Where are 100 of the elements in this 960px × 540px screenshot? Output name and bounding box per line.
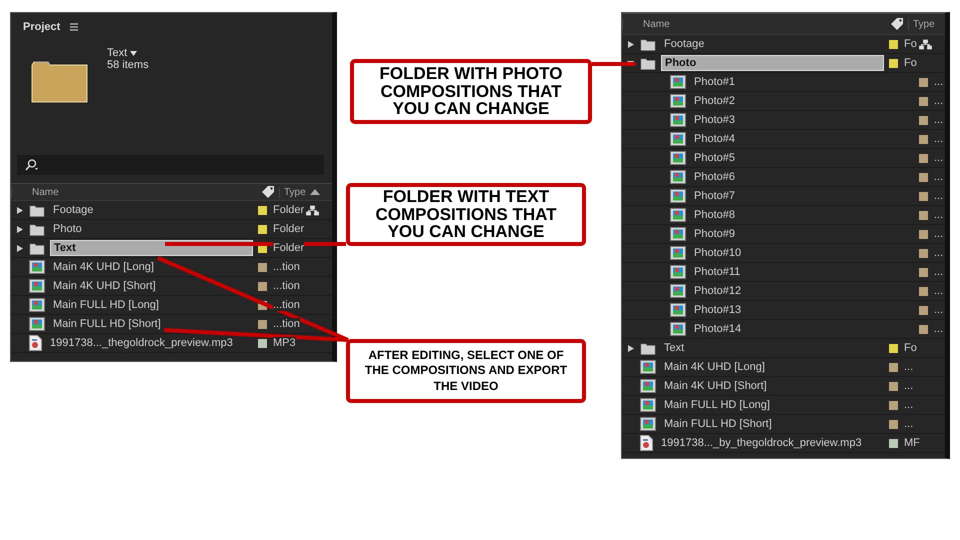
composition-icon bbox=[670, 94, 686, 108]
label-color-swatch[interactable] bbox=[918, 230, 928, 238]
item-name[interactable]: Photo#4 bbox=[691, 132, 738, 146]
item-name[interactable]: Main FULL HD [Long] bbox=[50, 298, 162, 312]
expand-triangle-icon[interactable] bbox=[626, 40, 635, 48]
type-text: ...tion bbox=[273, 261, 300, 273]
item-name[interactable]: Main 4K UHD [Long] bbox=[661, 360, 768, 374]
label-color-swatch[interactable] bbox=[888, 40, 898, 48]
audio-file-icon bbox=[29, 335, 42, 351]
item-name[interactable]: Photo#11 bbox=[691, 265, 744, 279]
composition-icon bbox=[670, 170, 686, 184]
type-text: Fo bbox=[904, 38, 917, 50]
item-name[interactable]: Footage bbox=[50, 203, 96, 217]
label-color-swatch[interactable] bbox=[918, 134, 928, 144]
item-name[interactable]: Footage bbox=[661, 37, 708, 51]
item-name[interactable]: Photo#6 bbox=[691, 170, 738, 184]
label-color-swatch[interactable] bbox=[258, 262, 266, 272]
hierarchy-icon[interactable] bbox=[918, 38, 932, 50]
label-color-swatch[interactable] bbox=[258, 282, 266, 290]
callout-box: FOLDER WITH TEXT COMPOSITIONS THAT YOU CAN CHANGE bbox=[346, 183, 586, 246]
item-name[interactable]: Main FULL HD [Short] bbox=[50, 317, 164, 331]
item-name[interactable]: 1991738..._by_thegoldrock_preview.mp3 bbox=[658, 436, 865, 450]
label-color-swatch[interactable] bbox=[258, 224, 266, 234]
item-name[interactable]: Photo#2 bbox=[691, 94, 738, 108]
tag-icon[interactable] bbox=[261, 185, 275, 199]
item-name[interactable]: Photo#9 bbox=[691, 227, 738, 241]
item-name[interactable]: Photo#13 bbox=[691, 303, 744, 317]
folder-icon bbox=[640, 56, 656, 70]
hierarchy-icon[interactable] bbox=[306, 204, 320, 216]
label-color-swatch[interactable] bbox=[918, 268, 928, 276]
type-text: ...tion bbox=[273, 318, 300, 330]
label-color-swatch[interactable] bbox=[918, 96, 928, 106]
search-field[interactable] bbox=[17, 155, 324, 175]
label-color-swatch[interactable] bbox=[918, 154, 928, 162]
expand-triangle-icon[interactable] bbox=[15, 224, 24, 234]
item-name[interactable]: Main FULL HD [Long] bbox=[661, 398, 773, 412]
item-name[interactable]: Main 4K UHD [Short] bbox=[661, 379, 770, 393]
item-name[interactable]: Photo bbox=[661, 55, 884, 71]
label-color-swatch[interactable] bbox=[888, 400, 898, 410]
type-text: Folder bbox=[273, 242, 304, 254]
type-text: Fo bbox=[904, 342, 917, 354]
panel-title[interactable]: Project bbox=[23, 21, 60, 33]
folder-name[interactable]: Text bbox=[107, 47, 128, 59]
label-color-swatch[interactable] bbox=[918, 172, 928, 182]
label-color-swatch[interactable] bbox=[918, 306, 928, 314]
composition-icon bbox=[670, 75, 686, 89]
column-header[interactable]: Name bbox=[622, 18, 886, 30]
tag-icon[interactable] bbox=[890, 17, 904, 31]
label-color-swatch[interactable] bbox=[258, 320, 266, 328]
label-color-swatch[interactable] bbox=[918, 210, 928, 220]
label-color-swatch[interactable] bbox=[888, 344, 898, 352]
label-color-swatch[interactable] bbox=[888, 420, 898, 428]
item-name[interactable]: Photo#1 bbox=[691, 75, 738, 89]
label-color-swatch[interactable] bbox=[918, 248, 928, 258]
label-color-swatch[interactable] bbox=[888, 362, 898, 372]
composition-icon bbox=[29, 279, 45, 293]
composition-icon bbox=[670, 132, 686, 146]
item-name[interactable]: Main 4K UHD [Long] bbox=[50, 260, 157, 274]
expand-triangle-icon[interactable] bbox=[626, 344, 635, 352]
item-name[interactable]: Text bbox=[661, 341, 688, 355]
item-name[interactable]: Photo#3 bbox=[691, 113, 738, 127]
expand-triangle-icon[interactable] bbox=[15, 244, 24, 252]
menu-icon[interactable] bbox=[70, 23, 78, 31]
label-color-swatch[interactable] bbox=[918, 286, 928, 296]
composition-icon bbox=[29, 298, 45, 312]
folder-icon bbox=[29, 242, 45, 254]
label-color-swatch[interactable] bbox=[918, 78, 928, 86]
callout-box: AFTER EDITING, SELECT ONE OF THE COMPOSITIONS AND EXPORT THE VIDEO bbox=[346, 339, 586, 403]
item-name[interactable]: Photo#10 bbox=[691, 246, 744, 260]
item-name[interactable]: Main FULL HD [Short] bbox=[661, 417, 775, 431]
label-color-swatch[interactable] bbox=[258, 206, 266, 214]
label-color-swatch[interactable] bbox=[918, 324, 928, 334]
column-header[interactable]: Type bbox=[908, 18, 939, 30]
label-color-swatch[interactable] bbox=[918, 116, 928, 124]
composition-icon bbox=[29, 317, 45, 331]
item-name[interactable]: Photo#7 bbox=[691, 189, 738, 203]
item-name[interactable]: Photo#14 bbox=[691, 322, 744, 336]
folder-icon bbox=[29, 222, 45, 236]
composition-icon bbox=[670, 227, 686, 241]
label-color-swatch[interactable] bbox=[888, 438, 898, 448]
dropdown-caret-icon[interactable] bbox=[130, 50, 138, 56]
item-name[interactable]: Photo#12 bbox=[691, 284, 744, 298]
item-name[interactable]: Main 4K UHD [Short] bbox=[50, 279, 159, 293]
expand-triangle-icon[interactable] bbox=[15, 206, 24, 214]
column-header[interactable]: Type bbox=[279, 186, 310, 198]
label-color-swatch[interactable] bbox=[888, 382, 898, 390]
label-color-swatch[interactable] bbox=[888, 58, 898, 68]
item-name[interactable]: Photo#5 bbox=[691, 151, 738, 165]
composition-icon bbox=[670, 113, 686, 127]
label-color-swatch[interactable] bbox=[918, 192, 928, 200]
search-icon bbox=[25, 159, 39, 171]
item-name[interactable]: 1991738..._thegoldrock_preview.mp3 bbox=[47, 336, 236, 350]
composition-icon bbox=[670, 208, 686, 222]
item-name[interactable]: Photo#8 bbox=[691, 208, 738, 222]
sort-ascending-icon[interactable] bbox=[310, 189, 320, 195]
folder-icon bbox=[29, 204, 45, 216]
composition-icon bbox=[670, 284, 686, 298]
item-name[interactable]: Photo bbox=[50, 222, 85, 236]
label-color-swatch[interactable] bbox=[258, 338, 266, 348]
column-header[interactable]: Name bbox=[11, 186, 257, 198]
